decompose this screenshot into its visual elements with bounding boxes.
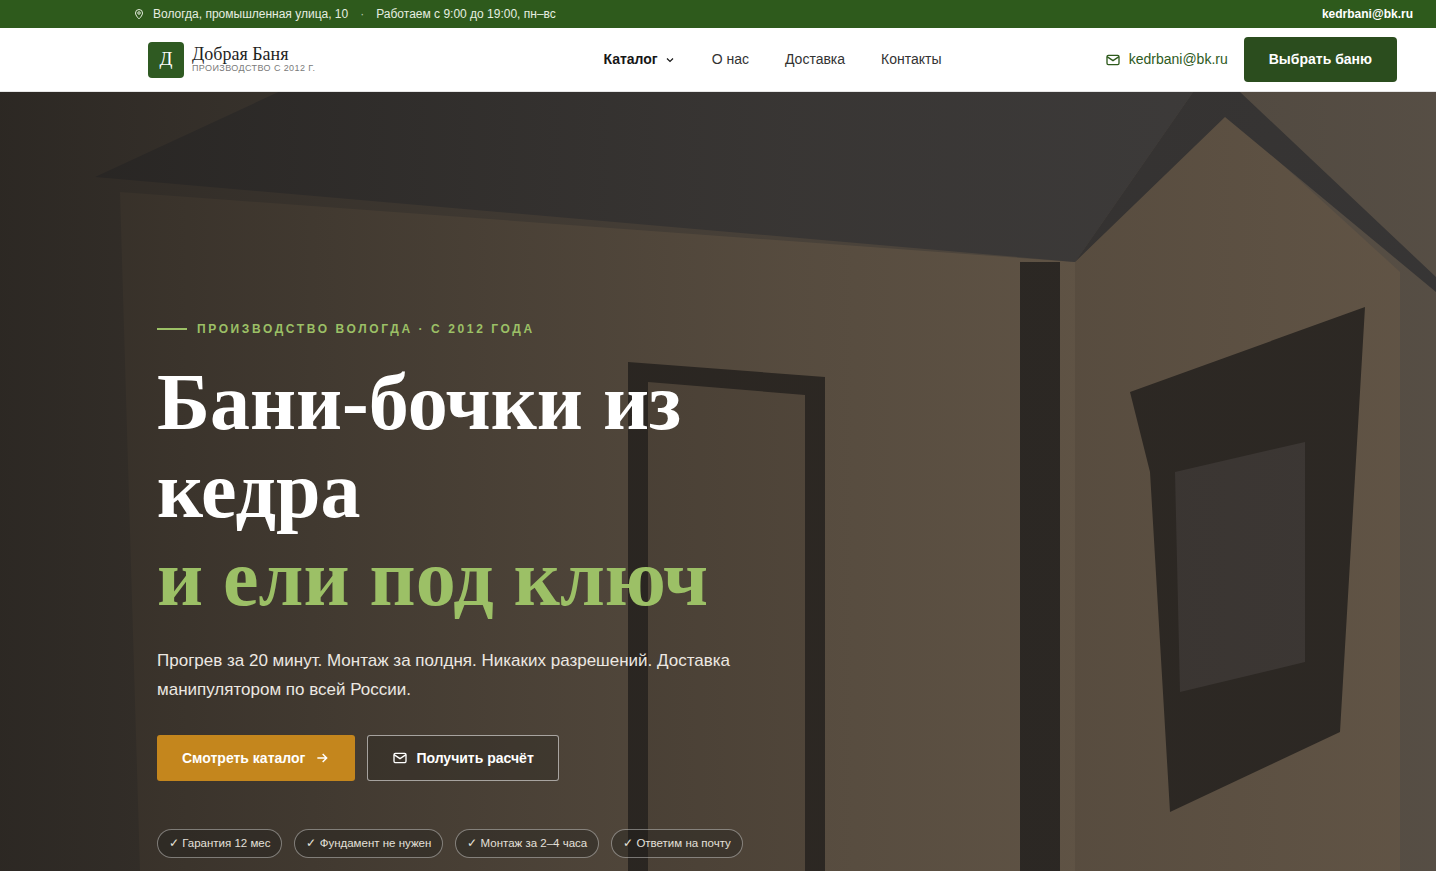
feature-badge: ✓ Монтаж за 2–4 часа (455, 829, 599, 858)
brand-name: Добрая Баня (192, 45, 315, 64)
hero-title: Бани-бочки из кедраи ели под ключ (157, 358, 757, 622)
catalog-button[interactable]: Смотреть каталог (157, 735, 355, 781)
arrow-right-icon (314, 750, 330, 766)
nav-email-text: kedrbani@bk.ru (1129, 49, 1228, 70)
logo-mark: Д (148, 42, 184, 78)
nav-link-label: Доставка (785, 49, 845, 70)
nav-link-label: Каталог (603, 49, 657, 70)
nav-actions: kedrbani@bk.ru Выбрать баню (942, 37, 1397, 82)
separator: · (348, 5, 376, 23)
brand-text: Добрая БаняПРОИЗВОДСТВО С 2012 Г. (192, 45, 315, 74)
feature-badge: ✓ Ответим на почту (611, 829, 743, 858)
hero-title-main: Бани-бочки из кедра (157, 358, 681, 534)
nav-email-link[interactable]: kedrbani@bk.ru (1105, 49, 1228, 70)
button-label: Получить расчёт (416, 748, 533, 769)
main-navbar: Д Добрая БаняПРОИЗВОДСТВО С 2012 Г. Катало… (0, 28, 1436, 92)
nav-menu: Каталог О нас Доставка Контакты (603, 49, 941, 70)
top-bar-info: Вологда, промышленная улица, 10·Работаем… (133, 5, 556, 23)
nav-link-label: О нас (712, 49, 749, 70)
nav-link[interactable]: Контакты (881, 49, 941, 70)
nav-link[interactable]: О нас (712, 49, 749, 70)
button-label: Смотреть каталог (182, 748, 305, 769)
brand-logo[interactable]: Д Добрая БаняПРОИЗВОДСТВО С 2012 Г. (148, 42, 603, 78)
top-email-link[interactable]: kedrbani@bk.ru (1322, 5, 1413, 23)
working-hours: Работаем с 9:00 до 19:00, пн–вс (376, 5, 556, 23)
hero-title-accent: и ели под ключ (157, 534, 757, 622)
hero-content: ПРОИЗВОДСТВО ВОЛОГДА · С 2012 ГОДА Бани-б… (0, 92, 1436, 858)
quote-button[interactable]: Получить расчёт (367, 735, 558, 781)
nav-link-label: Контакты (881, 49, 941, 70)
location-pin-icon (133, 8, 145, 20)
hero-buttons: Смотреть каталог Получить расчёт (157, 735, 1436, 781)
top-bar: Вологда, промышленная улица, 10·Работаем… (0, 0, 1436, 28)
hero-section: ПРОИЗВОДСТВО ВОЛОГДА · С 2012 ГОДА Бани-б… (0, 92, 1436, 871)
nav-link[interactable]: Каталог (603, 49, 675, 70)
eyebrow-text: ПРОИЗВОДСТВО ВОЛОГДА · С 2012 ГОДА (197, 320, 535, 338)
feature-badge: ✓ Фундамент не нужен (294, 829, 443, 858)
hero-eyebrow: ПРОИЗВОДСТВО ВОЛОГДА · С 2012 ГОДА (157, 320, 1436, 338)
nav-link[interactable]: Доставка (785, 49, 845, 70)
hero-badges: ✓ Гарантия 12 мес ✓ Фундамент не нужен ✓ М… (157, 829, 1436, 858)
brand-tagline: ПРОИЗВОДСТВО С 2012 Г. (192, 64, 315, 74)
envelope-icon (392, 750, 408, 766)
feature-badge: ✓ Гарантия 12 мес (157, 829, 282, 858)
address: Вологда, промышленная улица, 10 (133, 5, 348, 23)
envelope-icon (1105, 52, 1121, 68)
choose-sauna-button[interactable]: Выбрать баню (1244, 37, 1397, 82)
chevron-down-icon (664, 54, 676, 66)
eyebrow-line (157, 328, 187, 330)
address-text: Вологда, промышленная улица, 10 (153, 5, 348, 23)
hero-lead: Прогрев за 20 минут. Монтаж за полдня. Н… (157, 646, 757, 704)
